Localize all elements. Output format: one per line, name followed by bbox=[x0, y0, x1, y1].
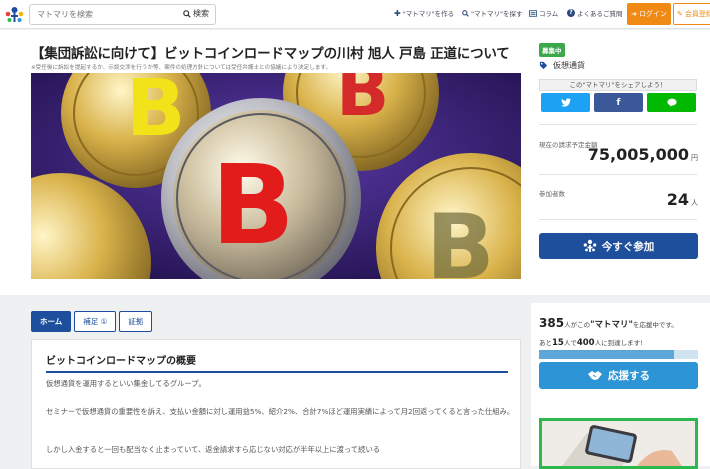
site-logo[interactable] bbox=[4, 4, 25, 25]
register-label: 会員登録 bbox=[684, 10, 710, 18]
category-tag[interactable]: 仮想通貨 bbox=[539, 60, 585, 71]
paragraph: セミナーで仮想通貨の重要性を訴え、支払い金額に対し運用益5%、紹介2%、合計7%… bbox=[46, 407, 515, 416]
tag-icon bbox=[539, 61, 548, 70]
remaining-supporters: あと 15 人で 400 人に到達します! bbox=[539, 337, 643, 348]
supporter-number: 385 bbox=[539, 316, 565, 330]
participants-unit: 人 bbox=[691, 199, 698, 207]
register-button[interactable]: ✎ 会員登録 bbox=[673, 3, 710, 25]
search-input[interactable] bbox=[30, 10, 170, 19]
nav-search[interactable]: "マトマリ"を探す bbox=[462, 8, 522, 18]
login-icon: ➜ bbox=[631, 10, 637, 18]
line-icon bbox=[666, 98, 677, 107]
remain-goal: 400 bbox=[576, 338, 595, 348]
divider bbox=[539, 124, 697, 125]
category-label: 仮想通貨 bbox=[553, 61, 585, 70]
nav-faq[interactable]: ? よくあるご質問 bbox=[567, 8, 623, 18]
nav-column[interactable]: コラム bbox=[529, 8, 558, 18]
amount-number: 75,005,000 bbox=[587, 145, 689, 164]
nav-create[interactable]: ✚ "マトマリ"を作る bbox=[394, 8, 455, 19]
question-icon: ? bbox=[567, 9, 575, 17]
svg-text:B: B bbox=[126, 73, 185, 154]
share-label: この"マトマリ"をシェアしよう！ bbox=[539, 79, 697, 91]
supporter-project-name: "マトマリ" bbox=[590, 320, 633, 330]
content-tabs: ホーム 補足 ① 証拠 bbox=[31, 311, 153, 332]
svg-text:B: B bbox=[426, 195, 495, 279]
twitter-share-button[interactable] bbox=[541, 93, 590, 112]
participants-number: 24 bbox=[666, 190, 689, 209]
edit-icon: ✎ bbox=[677, 10, 683, 18]
column-icon bbox=[529, 9, 537, 17]
hero-image: B B B B bbox=[31, 73, 521, 279]
participants-value: 24 人 bbox=[667, 190, 698, 209]
tab-supplement[interactable]: 補足 ① bbox=[74, 311, 117, 332]
paragraph: しかし入金すると一回も配当なく止まっていて、返金請求すら応じない対応が半年以上に… bbox=[46, 445, 381, 454]
handshake-icon bbox=[588, 371, 602, 380]
nav-faq-label: よくあるご質問 bbox=[577, 10, 623, 18]
login-button[interactable]: ➜ ログイン bbox=[627, 3, 671, 25]
content-card: ビットコインロードマップの概要 仮想通貨を運用するといい集金してるグループ。 セ… bbox=[31, 339, 521, 469]
plus-icon: ✚ bbox=[394, 8, 401, 18]
page-title: 【集団訴訟に向けて】ビットコインロードマップの川村 旭人 戸島 正道について bbox=[31, 46, 510, 62]
support-card: 385 人がこの "マトマリ" を応援中です。 あと 15 人で 400 人に到… bbox=[531, 303, 710, 469]
support-progress-bar bbox=[539, 350, 698, 359]
paragraph: 仮想通貨を運用するといい集金してるグループ。 bbox=[46, 379, 206, 388]
nav-create-label: "マトマリ"を作る bbox=[402, 10, 455, 18]
amount-value: 75,005,000 円 bbox=[588, 145, 698, 164]
facebook-share-button[interactable]: f bbox=[594, 93, 643, 112]
supporter-text: を応援中です。 bbox=[632, 321, 678, 329]
section-title: ビットコインロードマップの概要 bbox=[46, 352, 508, 373]
ad-banner[interactable] bbox=[539, 418, 698, 469]
twitter-icon bbox=[560, 98, 571, 107]
remain-text: 人に到達します! bbox=[594, 339, 643, 347]
support-button-label: 応援する bbox=[608, 370, 650, 382]
nav-column-label: コラム bbox=[539, 10, 559, 18]
remain-text: あと bbox=[539, 339, 552, 347]
site-header: 検索 ✚ "マトマリ"を作る "マトマリ"を探す コラム ? よくあるご質問 ➜… bbox=[0, 0, 710, 29]
divider bbox=[539, 174, 697, 175]
join-button[interactable]: 今すぐ参加 bbox=[539, 233, 698, 259]
join-button-label: 今すぐ参加 bbox=[601, 240, 655, 253]
remain-number: 15 bbox=[552, 338, 564, 348]
support-button[interactable]: 応援する bbox=[539, 362, 698, 389]
svg-text:B: B bbox=[336, 73, 389, 132]
nav-search-label: "マトマリ"を探す bbox=[471, 10, 523, 18]
facebook-icon: f bbox=[616, 97, 621, 108]
progress-fill bbox=[539, 350, 675, 359]
search-icon bbox=[183, 9, 191, 18]
line-share-button[interactable] bbox=[647, 93, 696, 112]
amount-unit: 円 bbox=[691, 154, 698, 162]
search-icon bbox=[462, 9, 469, 17]
supporter-text: 人がこの bbox=[564, 321, 591, 329]
tab-home[interactable]: ホーム bbox=[31, 311, 72, 332]
people-icon bbox=[583, 239, 597, 252]
supporter-count: 385 人がこの "マトマリ" を応援中です。 bbox=[539, 316, 678, 330]
search-box: 検索 bbox=[29, 4, 216, 25]
search-button-label: 検索 bbox=[193, 9, 209, 18]
svg-text:B: B bbox=[211, 141, 295, 269]
search-button[interactable]: 検索 bbox=[183, 8, 209, 19]
remain-text: 人で bbox=[563, 339, 577, 347]
status-badge: 募集中 bbox=[539, 43, 565, 57]
disclaimer-note: ※受任後に訴訟を提起するか、示談交渉を行うか等、案件の処理方針については受任弁護… bbox=[31, 65, 332, 71]
divider bbox=[539, 219, 697, 220]
participants-label: 参加者数 bbox=[539, 190, 565, 198]
tab-evidence[interactable]: 証拠 bbox=[119, 311, 153, 332]
login-label: ログイン bbox=[638, 10, 667, 18]
